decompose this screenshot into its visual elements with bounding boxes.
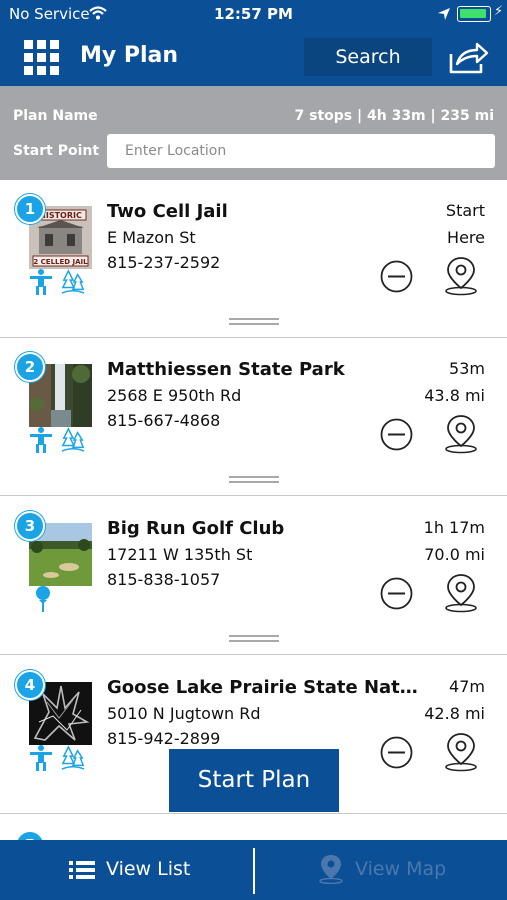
stop-card-3[interactable]: 3 Big Run Golf Club 17211 W 135th St 815…	[0, 497, 507, 655]
stop-card-1[interactable]: 1 HISTORIC 2 CELLED JAIL Two Cell Jail E…	[0, 180, 507, 338]
share-icon[interactable]	[447, 40, 489, 76]
status-bar: No Service 12:57 PM ⚡	[0, 0, 507, 30]
golf-icon	[36, 586, 50, 612]
tab-view-list-label: View List	[106, 858, 191, 880]
plan-name-label: Plan Name	[13, 108, 98, 124]
bottom-tab-bar: View List View Map	[0, 840, 507, 900]
stop-distance: 42.8 mi	[424, 704, 485, 723]
plan-summary: 7 stops | 4h 33m | 235 mi	[294, 108, 494, 124]
remove-stop-icon[interactable]	[380, 736, 413, 769]
location-arrow-icon	[438, 8, 450, 20]
stop-phone[interactable]: 815-667-4868	[107, 411, 220, 430]
plan-info-bar: Plan Name 7 stops | 4h 33m | 235 mi Star…	[0, 86, 507, 180]
stop-card-2[interactable]: 2 Matthiessen State Park 2568 E 950th Rd…	[0, 338, 507, 496]
start-plan-button[interactable]: Start Plan	[169, 749, 339, 812]
tab-view-map-label: View Map	[355, 858, 447, 880]
stop-name[interactable]: Two Cell Jail	[107, 201, 422, 222]
app-header: My Plan Search	[0, 30, 507, 86]
stop-number-badge: 1	[15, 194, 45, 224]
stop-address: 2568 E 950th Rd	[107, 386, 242, 405]
nature-icon	[61, 427, 85, 452]
remove-stop-icon[interactable]	[380, 418, 413, 451]
stop-duration: 1h 17m	[423, 518, 485, 537]
page-title: My Plan	[80, 43, 179, 68]
stop-distance: Here	[447, 228, 485, 247]
stop-name[interactable]: Matthiessen State Park	[107, 359, 422, 380]
stop-address: 5010 N Jugtown Rd	[107, 704, 261, 723]
map-pin-icon[interactable]	[443, 732, 479, 772]
drag-handle[interactable]	[229, 635, 279, 643]
start-point-input[interactable]	[107, 134, 495, 168]
remove-stop-icon[interactable]	[380, 260, 413, 293]
tab-view-map[interactable]: View Map	[255, 840, 507, 900]
stop-phone[interactable]: 815-237-2592	[107, 253, 220, 272]
stop-phone[interactable]: 815-942-2899	[107, 729, 220, 748]
clock: 12:57 PM	[214, 5, 293, 23]
stop-number-badge: 3	[15, 511, 45, 541]
search-button[interactable]: Search	[304, 38, 432, 76]
list-icon	[69, 861, 95, 879]
stop-address: 17211 W 135th St	[107, 545, 253, 564]
stop-duration: Start	[445, 201, 485, 220]
drag-handle[interactable]	[229, 476, 279, 484]
stop-distance: 43.8 mi	[424, 386, 485, 405]
drag-handle[interactable]	[229, 318, 279, 326]
stop-number-badge: 2	[15, 352, 45, 382]
tab-view-list[interactable]: View List	[0, 840, 253, 900]
map-pin-icon	[319, 855, 343, 884]
svg-text:HISTORIC: HISTORIC	[39, 211, 82, 220]
battery-icon	[457, 6, 491, 22]
svg-text:2 CELLED JAIL: 2 CELLED JAIL	[33, 258, 88, 266]
stop-name[interactable]: Big Run Golf Club	[107, 518, 422, 539]
stop-duration: 47m	[449, 677, 485, 696]
map-pin-icon[interactable]	[443, 414, 479, 454]
stop-name[interactable]: Goose Lake Prairie State Natu...	[107, 677, 422, 698]
map-pin-icon[interactable]	[443, 573, 479, 613]
stop-phone[interactable]: 815-838-1057	[107, 570, 220, 589]
map-pin-icon[interactable]	[443, 256, 479, 296]
remove-stop-icon[interactable]	[380, 577, 413, 610]
fitness-icon	[30, 745, 52, 771]
stop-address: E Mazon St	[107, 228, 196, 247]
nature-icon	[61, 745, 85, 770]
fitness-icon	[30, 427, 52, 453]
fitness-icon	[30, 269, 52, 295]
stop-duration: 53m	[449, 359, 485, 378]
stop-distance: 70.0 mi	[424, 545, 485, 564]
stop-number-badge: 4	[15, 670, 45, 700]
nature-icon	[61, 269, 85, 294]
charging-icon: ⚡	[494, 4, 504, 19]
menu-grid-icon[interactable]	[24, 40, 60, 76]
start-point-label: Start Point	[13, 143, 100, 159]
